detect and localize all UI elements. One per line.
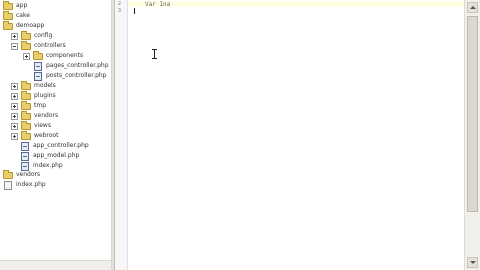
php-file-icon bbox=[34, 71, 42, 81]
tree-item-app-model[interactable]: app_model.php bbox=[21, 151, 79, 161]
ibeam-cursor-icon bbox=[152, 49, 158, 59]
folder-icon bbox=[3, 169, 13, 179]
folder-icon bbox=[21, 30, 31, 40]
line-number: 3 bbox=[118, 8, 122, 14]
tree-item-label: demoapp bbox=[16, 22, 45, 29]
vertical-scrollbar[interactable] bbox=[464, 0, 480, 270]
tree-item-cake[interactable]: cake bbox=[3, 10, 30, 21]
folder-icon bbox=[3, 10, 13, 20]
tree-item-label: components bbox=[46, 52, 84, 59]
scroll-thumb[interactable] bbox=[467, 16, 478, 212]
php-file-icon bbox=[21, 141, 29, 151]
expand-icon[interactable] bbox=[11, 112, 18, 120]
tree-item-label: vendors bbox=[16, 171, 41, 178]
folder-icon bbox=[21, 100, 31, 110]
folder-icon bbox=[21, 80, 31, 90]
tree-item-label: vendors bbox=[34, 112, 59, 119]
arrow-down-icon bbox=[470, 261, 476, 264]
arrow-up-icon bbox=[470, 6, 476, 9]
tree-item-label: posts_controller.php bbox=[46, 72, 107, 79]
tree-item-plugins[interactable]: plugins bbox=[11, 90, 56, 101]
tree-item-pages-controller[interactable]: pages_controller.php bbox=[34, 61, 109, 71]
tree-item-root-index[interactable]: index.php bbox=[4, 180, 46, 190]
tree-item-label: app_controller.php bbox=[33, 142, 89, 149]
code-editor[interactable]: 2 3 Var Ina bbox=[115, 0, 464, 270]
expand-icon[interactable] bbox=[11, 102, 18, 110]
tree-item-posts-controller[interactable]: posts_controller.php bbox=[34, 71, 106, 81]
tree-item-label: pages_controller.php bbox=[46, 62, 109, 69]
tree-item-label: plugins bbox=[34, 92, 56, 99]
tree-item-label: app bbox=[16, 2, 28, 9]
tree-item-root-vendors[interactable]: vendors bbox=[3, 169, 41, 180]
current-line-highlight bbox=[128, 1, 464, 7]
tree-item-models[interactable]: models bbox=[11, 80, 56, 91]
expand-icon[interactable] bbox=[11, 122, 18, 130]
file-tree-panel[interactable]: app cake demoapp config controllers comp… bbox=[0, 0, 111, 270]
folder-icon bbox=[21, 120, 31, 130]
file-icon bbox=[4, 180, 12, 190]
tree-item-label: models bbox=[34, 82, 56, 89]
tree-item-label: index.php bbox=[16, 181, 46, 188]
tree-horizontal-scrollbar[interactable] bbox=[0, 260, 111, 270]
tree-item-vendors[interactable]: vendors bbox=[11, 110, 59, 121]
tree-item-tmp[interactable]: tmp bbox=[11, 100, 47, 111]
tree-item-webroot[interactable]: webroot bbox=[11, 130, 59, 141]
folder-icon bbox=[21, 110, 31, 120]
tree-item-label: config bbox=[34, 32, 53, 39]
tree-item-controllers[interactable]: controllers bbox=[11, 40, 66, 51]
expand-icon[interactable] bbox=[11, 32, 18, 40]
tree-item-label: controllers bbox=[34, 42, 66, 49]
tree-item-label: webroot bbox=[34, 132, 59, 139]
text-caret bbox=[134, 8, 135, 14]
tree-item-views[interactable]: views bbox=[11, 120, 51, 131]
folder-icon bbox=[21, 130, 31, 140]
folder-icon bbox=[33, 50, 43, 60]
tree-item-label: app_model.php bbox=[33, 152, 80, 159]
line-number: 2 bbox=[118, 1, 122, 7]
expand-icon[interactable] bbox=[23, 52, 30, 60]
folder-icon bbox=[21, 40, 31, 50]
collapse-icon[interactable] bbox=[11, 42, 18, 50]
folder-icon bbox=[3, 0, 13, 10]
php-file-icon bbox=[21, 151, 29, 161]
scroll-down-button[interactable] bbox=[467, 257, 478, 268]
tree-item-label: cake bbox=[16, 12, 30, 19]
tree-item-demoapp[interactable]: demoapp bbox=[3, 20, 45, 31]
expand-icon[interactable] bbox=[11, 82, 18, 90]
tree-item-config[interactable]: config bbox=[11, 30, 53, 41]
tree-item-label: tmp bbox=[34, 102, 47, 109]
tree-item-label: views bbox=[34, 122, 51, 129]
expand-icon[interactable] bbox=[11, 92, 18, 100]
folder-icon bbox=[21, 90, 31, 100]
tree-item-components[interactable]: components bbox=[23, 50, 84, 61]
folder-icon bbox=[3, 20, 13, 30]
expand-icon[interactable] bbox=[11, 132, 18, 140]
code-text[interactable]: Var Ina bbox=[145, 1, 170, 8]
line-number-gutter: 2 3 bbox=[115, 0, 128, 270]
php-file-icon bbox=[34, 61, 42, 71]
scroll-up-button[interactable] bbox=[467, 2, 478, 13]
tree-item-app-controller[interactable]: app_controller.php bbox=[21, 141, 89, 151]
tree-item-app[interactable]: app bbox=[3, 0, 28, 11]
